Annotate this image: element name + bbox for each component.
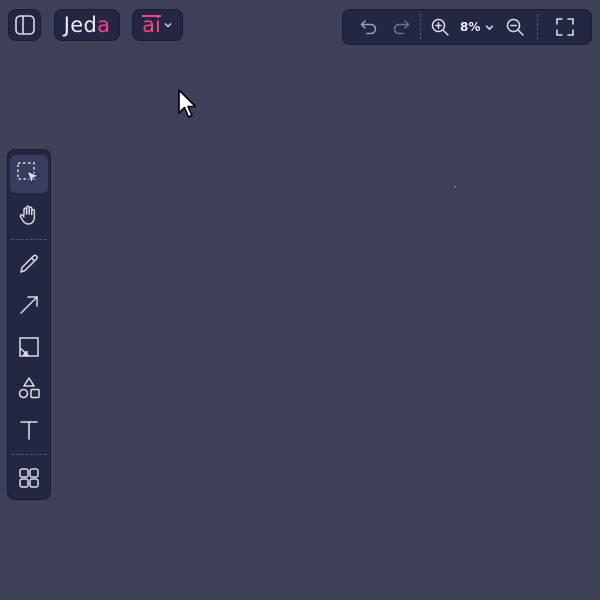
pencil-icon <box>18 253 40 275</box>
sidebar-icon <box>14 14 36 36</box>
zoom-level-dropdown[interactable]: 8% <box>456 11 499 43</box>
select-icon <box>16 161 42 187</box>
hand-icon <box>18 204 40 226</box>
text-icon <box>18 419 40 441</box>
image-icon <box>18 336 40 358</box>
components-tool-button[interactable] <box>10 460 48 498</box>
whiteboard-canvas[interactable]: Jed a ai 8% <box>0 0 600 600</box>
toolbar-divider <box>537 14 539 40</box>
sidebar-toggle-button[interactable] <box>8 9 41 41</box>
redo-icon <box>391 17 411 37</box>
undo-icon <box>359 17 379 37</box>
redo-button[interactable] <box>385 11 417 43</box>
image-tool-button[interactable] <box>10 328 48 366</box>
zoom-out-button[interactable] <box>499 11 531 43</box>
ai-menu-button[interactable]: ai <box>132 9 183 41</box>
grid-icon <box>18 467 40 489</box>
pencil-tool-button[interactable] <box>10 245 48 283</box>
arrow-tool-button[interactable] <box>10 287 48 325</box>
mouse-cursor-icon <box>177 88 199 120</box>
chevron-down-icon <box>484 22 495 33</box>
select-tool-button[interactable] <box>10 155 48 193</box>
chevron-down-icon <box>163 20 173 30</box>
shapes-icon <box>17 376 41 400</box>
undo-button[interactable] <box>353 11 385 43</box>
fullscreen-button[interactable] <box>549 11 581 43</box>
top-toolbar: 8% <box>342 9 592 45</box>
tools-toolbar <box>7 149 51 500</box>
brand-name: Jed <box>63 13 98 37</box>
text-tool-button[interactable] <box>10 411 48 449</box>
brand-logo[interactable]: Jed a <box>54 9 120 41</box>
toolbar-divider <box>420 14 421 40</box>
hand-tool-button[interactable] <box>10 197 48 235</box>
shapes-tool-button[interactable] <box>10 370 48 408</box>
brand-accent: a <box>97 13 111 37</box>
arrow-icon <box>18 294 40 316</box>
zoom-out-icon <box>505 17 525 37</box>
zoom-in-icon <box>430 17 450 37</box>
canvas-dot <box>454 186 456 188</box>
fullscreen-icon <box>555 17 575 37</box>
toolbar-divider <box>11 453 47 455</box>
toolbar-divider <box>11 239 47 240</box>
zoom-in-button[interactable] <box>424 11 456 43</box>
ai-label: ai <box>142 13 161 37</box>
zoom-level-value: 8% <box>460 20 481 34</box>
